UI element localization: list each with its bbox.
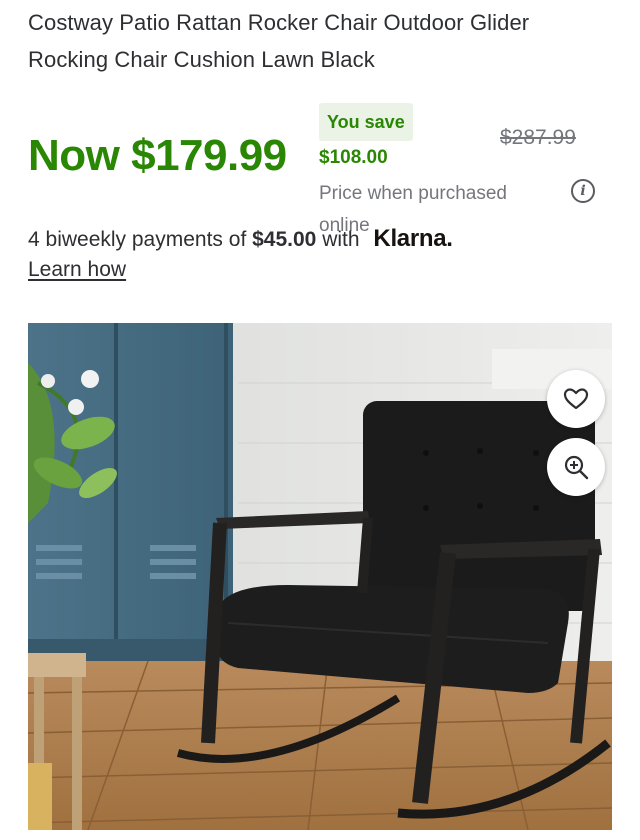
- savings-block: You save $108.00: [319, 103, 413, 168]
- was-price: $287.99: [500, 126, 576, 149]
- save-amount: $108.00: [319, 147, 388, 168]
- zoom-in-icon: [564, 455, 589, 480]
- heart-icon: [563, 388, 589, 410]
- favorite-button[interactable]: [547, 370, 605, 428]
- klarna-suffix: with: [322, 228, 360, 251]
- klarna-amount: $45.00: [252, 228, 317, 251]
- info-icon[interactable]: i: [571, 179, 595, 203]
- current-price: Now $179.99: [28, 131, 287, 180]
- product-title: Costway Patio Rattan Rocker Chair Outdoo…: [28, 10, 530, 72]
- klarna-prefix: 4 biweekly payments of: [28, 228, 247, 251]
- klarna-logo: Klarna.: [373, 225, 453, 252]
- klarna-payment-line: 4 biweekly payments of $45.00 with Klarn…: [28, 225, 453, 254]
- zoom-button[interactable]: [547, 438, 605, 496]
- product-image[interactable]: [28, 323, 612, 830]
- product-photo: [28, 323, 612, 830]
- you-save-badge: You save: [319, 103, 413, 141]
- learn-how-link[interactable]: Learn how: [28, 258, 126, 282]
